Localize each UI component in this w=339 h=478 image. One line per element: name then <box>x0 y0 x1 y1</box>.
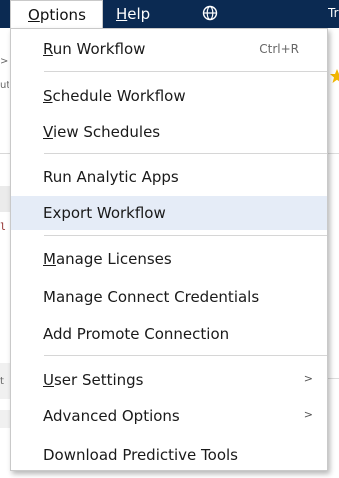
submenu-arrow-icon: > <box>303 408 313 421</box>
globe-icon[interactable] <box>202 5 218 21</box>
menu-separator <box>44 71 327 72</box>
view-schedules-accel: V <box>43 123 53 141</box>
run-analytic-apps-label: Run Analytic Apps <box>43 168 179 186</box>
bg-header-band <box>0 186 10 212</box>
menu-help-accel: H <box>116 5 128 23</box>
menu-item-manage-connect-credentials[interactable]: Manage Connect Credentials <box>11 280 327 314</box>
options-dropdown-menu: Run Workflow Ctrl+R Schedule Workflow Vi… <box>10 28 328 471</box>
background-right-panel <box>328 28 339 428</box>
run-workflow-label: un Workflow <box>52 40 146 58</box>
user-settings-accel: U <box>43 371 54 389</box>
menu-help[interactable]: Help <box>116 0 150 28</box>
view-schedules-label: iew Schedules <box>52 123 161 141</box>
schedule-workflow-accel: S <box>43 87 53 105</box>
menu-item-schedule-workflow[interactable]: Schedule Workflow <box>11 79 327 113</box>
menu-item-user-settings[interactable]: User Settings > <box>11 363 327 397</box>
menu-separator <box>44 355 327 356</box>
menu-item-add-promote-connection[interactable]: Add Promote Connection <box>11 317 327 351</box>
menu-item-manage-licenses[interactable]: Manage Licenses <box>11 242 327 276</box>
star-icon <box>330 69 339 83</box>
bg-right-divider-2 <box>328 378 339 379</box>
manage-licenses-label: anage Licenses <box>55 250 172 268</box>
bg-divider <box>0 153 10 154</box>
menu-item-run-analytic-apps[interactable]: Run Analytic Apps <box>11 160 327 194</box>
user-settings-label: ser Settings <box>53 371 144 389</box>
bg-fragment-2: ut <box>0 80 9 91</box>
add-promote-connection-label: Add Promote Connection <box>43 325 230 343</box>
menu-item-download-predictive-tools[interactable]: Download Predictive Tools <box>11 438 327 472</box>
schedule-workflow-label: chedule Workflow <box>52 87 186 105</box>
menu-item-export-workflow[interactable]: Export Workflow <box>11 196 327 230</box>
menu-options-accel: O <box>28 6 40 24</box>
bg-row-band-2 <box>0 410 10 428</box>
menu-help-label: elp <box>127 5 151 23</box>
run-workflow-shortcut: Ctrl+R <box>259 42 299 56</box>
menu-item-run-workflow[interactable]: Run Workflow Ctrl+R <box>11 32 327 66</box>
menu-separator <box>44 235 327 236</box>
menu-options[interactable]: Options <box>10 0 103 28</box>
menu-item-advanced-options[interactable]: Advanced Options > <box>11 399 327 433</box>
bg-right-divider <box>328 153 339 154</box>
bg-fragment-1: > <box>0 56 9 67</box>
advanced-options-label: Advanced Options <box>43 407 180 425</box>
manage-connect-credentials-label: Manage Connect Credentials <box>43 288 260 306</box>
bg-fragment-4: t <box>0 376 4 387</box>
submenu-arrow-icon: > <box>303 372 313 385</box>
menubar: Options Help Tr <box>0 0 339 28</box>
manage-licenses-accel: M <box>43 250 56 268</box>
download-predictive-tools-label: Download Predictive Tools <box>43 446 238 464</box>
menu-separator <box>44 153 327 154</box>
menu-item-view-schedules[interactable]: View Schedules <box>11 115 327 149</box>
menubar-edge-text: Tr <box>328 6 339 20</box>
export-workflow-label: Export Workflow <box>43 204 166 222</box>
bg-fragment-3: l <box>0 222 7 233</box>
menu-options-label: ptions <box>39 6 86 24</box>
run-workflow-accel: R <box>43 40 53 58</box>
